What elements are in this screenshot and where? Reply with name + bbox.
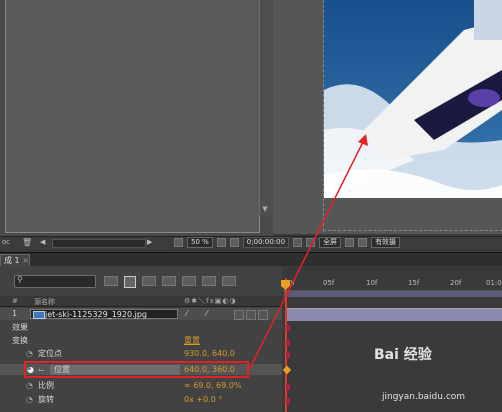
camera-select[interactable]: 有效摄 <box>371 237 401 248</box>
draft-3d-icon[interactable] <box>124 276 136 288</box>
keyframe-marker[interactable] <box>286 340 290 346</box>
close-icon[interactable]: × <box>22 256 29 265</box>
preview-icon[interactable] <box>174 238 183 247</box>
ruler-tick: 10f <box>366 279 378 287</box>
tab-composition-1[interactable]: 成 1 × <box>0 254 30 266</box>
prop-label: 效果 <box>12 323 28 332</box>
timecode-display[interactable]: 0;00:00:00 <box>242 237 290 248</box>
prop-label: 旋转 <box>38 395 54 404</box>
trash-icon[interactable]: 🗑 <box>22 238 32 247</box>
scroll-left-icon[interactable]: ◀ <box>40 238 45 246</box>
layer-name[interactable]: jet-ski-1125329_1920.jpg <box>30 309 178 319</box>
time-ruler[interactable]: 0f 05f 10f 15f 20f 01:0 <box>282 276 502 291</box>
keyframe-marker[interactable] <box>286 325 290 331</box>
ruler-tick: 05f <box>323 279 335 287</box>
shy-layers-icon[interactable] <box>142 276 156 286</box>
timeline-switches <box>104 276 236 288</box>
motion-blur-switch[interactable] <box>234 310 244 320</box>
stopwatch-icon[interactable]: ◔ <box>26 394 33 405</box>
motion-blur-icon[interactable] <box>182 276 196 286</box>
view-mode-select[interactable]: 全屏 <box>319 237 342 248</box>
prop-transform[interactable]: 变换 重置 <box>0 335 282 346</box>
prop-effects[interactable]: 效果 <box>0 322 282 333</box>
switch-icons: ⚙✱＼fx▣◐◑ <box>184 297 237 305</box>
project-scrollbar[interactable] <box>259 0 272 216</box>
keyframe-marker[interactable] <box>286 384 290 390</box>
graph-editor-icon[interactable] <box>202 276 216 286</box>
frame-blending-icon[interactable] <box>162 276 176 286</box>
keyframe-marker[interactable] <box>286 352 290 358</box>
annotation-red-box <box>24 361 249 378</box>
work-area-bar[interactable] <box>284 291 502 297</box>
region-icon[interactable] <box>345 238 355 247</box>
stopwatch-icon[interactable]: ◔ <box>26 348 33 359</box>
baidu-watermark-brand: Bai 经验 <box>374 347 432 363</box>
layer-index: 1 <box>12 309 18 318</box>
tab-label: 成 1 <box>4 256 20 265</box>
prop-value[interactable]: ∞ 69.0, 69.0% <box>184 380 242 391</box>
reset-link[interactable]: 重置 <box>184 335 200 346</box>
mask-icon[interactable] <box>229 238 239 247</box>
color-channel-icon[interactable] <box>306 238 316 247</box>
project-bottom-bar: oc 🗑 ◀ ▶ <box>0 236 170 249</box>
stopwatch-icon[interactable]: ◔ <box>26 380 33 391</box>
adjustment-switch[interactable] <box>246 310 256 320</box>
prop-value[interactable]: 0x +0.0 ° <box>184 394 222 405</box>
column-number: # <box>12 297 18 305</box>
scroll-right-icon[interactable]: ▶ <box>147 238 152 246</box>
shy-switch-icon[interactable]: ⁄ <box>186 309 187 318</box>
prop-label: 定位点 <box>38 349 62 358</box>
transparency-grid-icon[interactable] <box>358 238 368 247</box>
timeline-tab-bar <box>0 252 502 267</box>
comp-icon[interactable]: oc <box>2 238 10 246</box>
ruler-tick: 15f <box>408 279 420 287</box>
grid-icon[interactable] <box>216 238 226 247</box>
project-list-area[interactable] <box>5 0 260 233</box>
keyframe-marker[interactable] <box>286 398 290 404</box>
timeline-search-input[interactable] <box>14 275 96 288</box>
prop-label: 比例 <box>38 381 54 390</box>
jet-ski-image[interactable] <box>324 0 502 198</box>
layer-duration-bar[interactable] <box>285 308 502 321</box>
ruler-tick: 01:0 <box>486 279 502 287</box>
scroll-down-icon[interactable]: ▼ <box>260 205 270 213</box>
ruler-tick: 20f <box>450 279 462 287</box>
3d-switch[interactable] <box>258 310 268 320</box>
prop-scale[interactable]: ◔ 比例 ∞ 69.0, 69.0% <box>0 380 282 391</box>
quality-switch-icon[interactable]: ⁄ <box>206 309 207 318</box>
viewer-toolbar: 50 % 0;00:00:00 全屏 有效摄 <box>170 236 502 248</box>
baidu-watermark-url: jingyan.baidu.com <box>382 392 466 402</box>
image-layer-icon <box>33 311 45 319</box>
prop-label: 变换 <box>12 336 28 345</box>
prop-rotation[interactable]: ◔ 旋转 0x +0.0 ° <box>0 394 282 405</box>
brainstorm-icon[interactable] <box>222 276 236 286</box>
layer-switches[interactable]: ⁄ ⁄ <box>186 309 276 320</box>
zoom-select[interactable]: 50 % <box>187 237 213 248</box>
timeline-column-header: # 源名称 ⚙✱＼fx▣◐◑ <box>0 296 282 307</box>
camera-icon[interactable] <box>293 238 303 247</box>
column-source-name[interactable]: 源名称 <box>34 297 55 307</box>
search-icon: ⚲ <box>17 275 23 284</box>
prop-anchor-point[interactable]: ◔ 定位点 930.0, 640.0 <box>0 348 282 359</box>
prop-value[interactable]: 930.0, 640.0 <box>184 348 235 359</box>
project-horizontal-scrollbar[interactable] <box>52 239 146 248</box>
comp-mini-flowchart-icon[interactable] <box>104 276 118 286</box>
